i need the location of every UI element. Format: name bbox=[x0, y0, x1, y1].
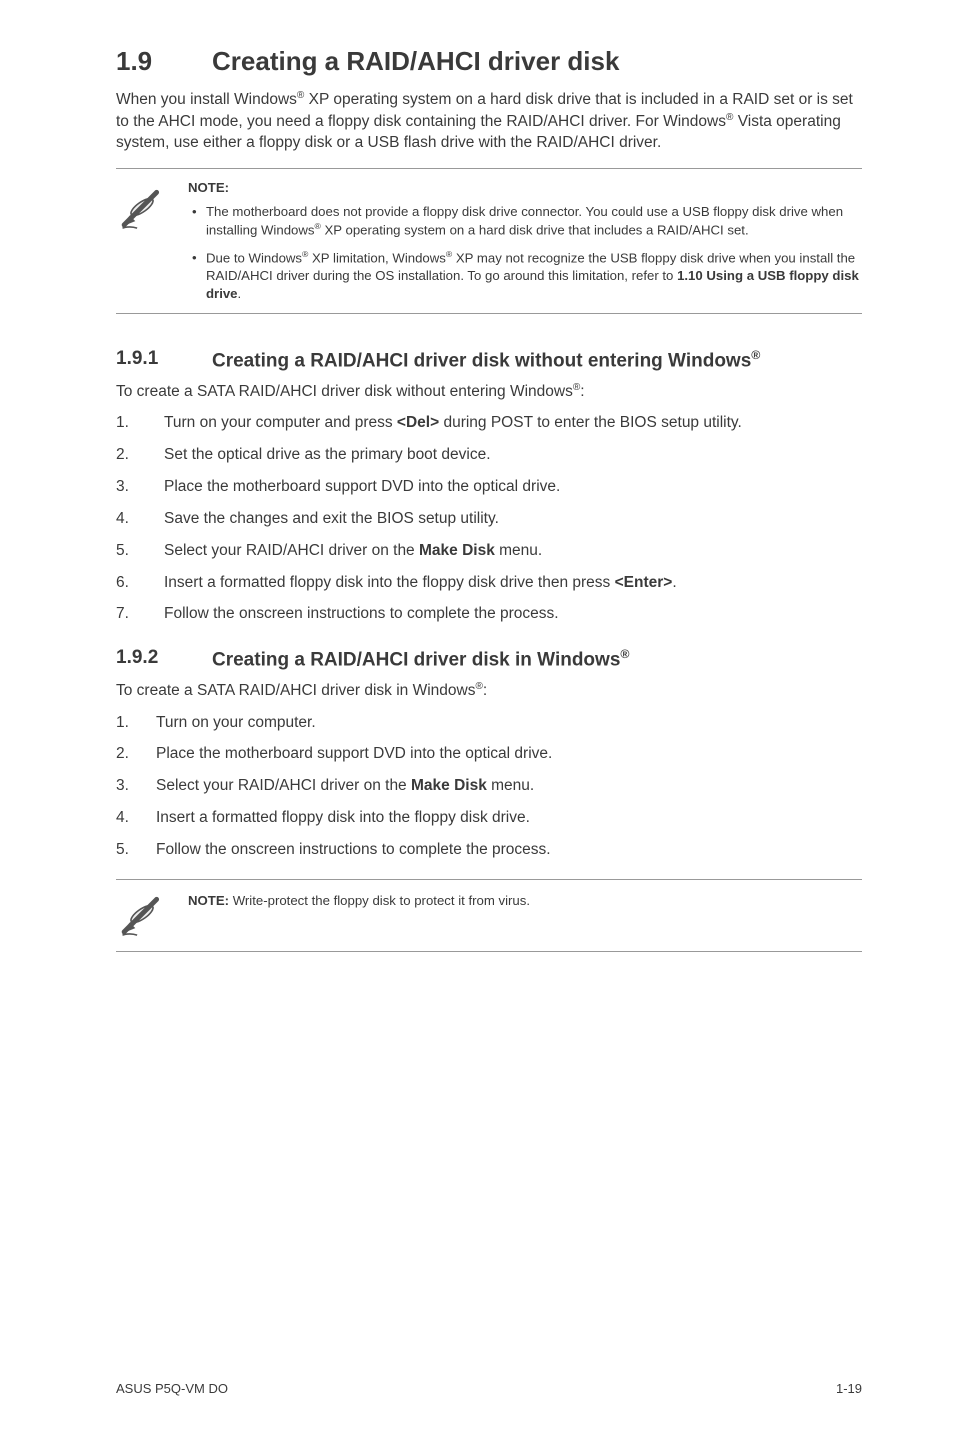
step-item: Insert a formatted floppy disk into the … bbox=[116, 808, 862, 829]
section-intro: When you install Windows® XP operating s… bbox=[116, 89, 862, 154]
subsection-2-steps: Turn on your computer. Place the motherb… bbox=[116, 713, 862, 862]
note-block-1: NOTE: The motherboard does not provide a… bbox=[116, 168, 862, 314]
pencil-note-icon bbox=[116, 886, 188, 945]
step-item: Insert a formatted floppy disk into the … bbox=[116, 573, 862, 594]
section-heading-text: Creating a RAID/AHCI driver disk bbox=[212, 46, 619, 76]
note-bullet: Due to Windows® XP limitation, Windows® … bbox=[188, 249, 862, 303]
footer-left: ASUS P5Q-VM DO bbox=[116, 1381, 228, 1396]
subsection-2-lead: To create a SATA RAID/AHCI driver disk i… bbox=[116, 680, 862, 702]
step-item: Select your RAID/AHCI driver on the Make… bbox=[116, 776, 862, 797]
note-content-1: NOTE: The motherboard does not provide a… bbox=[188, 179, 862, 303]
note2-text: NOTE: Write-protect the floppy disk to p… bbox=[188, 893, 530, 908]
subsection-1-heading-text: Creating a RAID/AHCI driver disk without… bbox=[212, 348, 862, 373]
step-item: Follow the onscreen instructions to comp… bbox=[116, 840, 862, 861]
note-block-2: NOTE: Write-protect the floppy disk to p… bbox=[116, 879, 862, 952]
step-item: Set the optical drive as the primary boo… bbox=[116, 445, 862, 466]
note-head-1: NOTE: bbox=[188, 179, 862, 197]
note-content-2: NOTE: Write-protect the floppy disk to p… bbox=[188, 886, 862, 945]
step-item: Follow the onscreen instructions to comp… bbox=[116, 604, 862, 625]
page: 1.9Creating a RAID/AHCI driver disk When… bbox=[0, 0, 954, 1432]
section-number: 1.9 bbox=[116, 46, 212, 77]
subsection-1-number: 1.9.1 bbox=[116, 348, 212, 373]
subsection-1-title: 1.9.1 Creating a RAID/AHCI driver disk w… bbox=[116, 348, 862, 373]
subsection-1-lead: To create a SATA RAID/AHCI driver disk w… bbox=[116, 381, 862, 403]
step-item: Turn on your computer and press <Del> du… bbox=[116, 413, 862, 434]
subsection-1-steps: Turn on your computer and press <Del> du… bbox=[116, 413, 862, 625]
page-footer: ASUS P5Q-VM DO 1-19 bbox=[116, 1381, 862, 1396]
subsection-2-title: 1.9.2 Creating a RAID/AHCI driver disk i… bbox=[116, 647, 862, 672]
subsection-2-number: 1.9.2 bbox=[116, 647, 212, 672]
step-item: Place the motherboard support DVD into t… bbox=[116, 744, 862, 765]
section-title: 1.9Creating a RAID/AHCI driver disk bbox=[116, 46, 862, 77]
step-item: Turn on your computer. bbox=[116, 713, 862, 734]
pencil-note-icon bbox=[116, 179, 188, 303]
note-bullet: The motherboard does not provide a flopp… bbox=[188, 203, 862, 239]
note-bullets-1: The motherboard does not provide a flopp… bbox=[188, 203, 862, 303]
step-item: Save the changes and exit the BIOS setup… bbox=[116, 509, 862, 530]
footer-right: 1-19 bbox=[836, 1381, 862, 1396]
step-item: Select your RAID/AHCI driver on the Make… bbox=[116, 541, 862, 562]
step-item: Place the motherboard support DVD into t… bbox=[116, 477, 862, 498]
subsection-2-heading-text: Creating a RAID/AHCI driver disk in Wind… bbox=[212, 647, 862, 672]
